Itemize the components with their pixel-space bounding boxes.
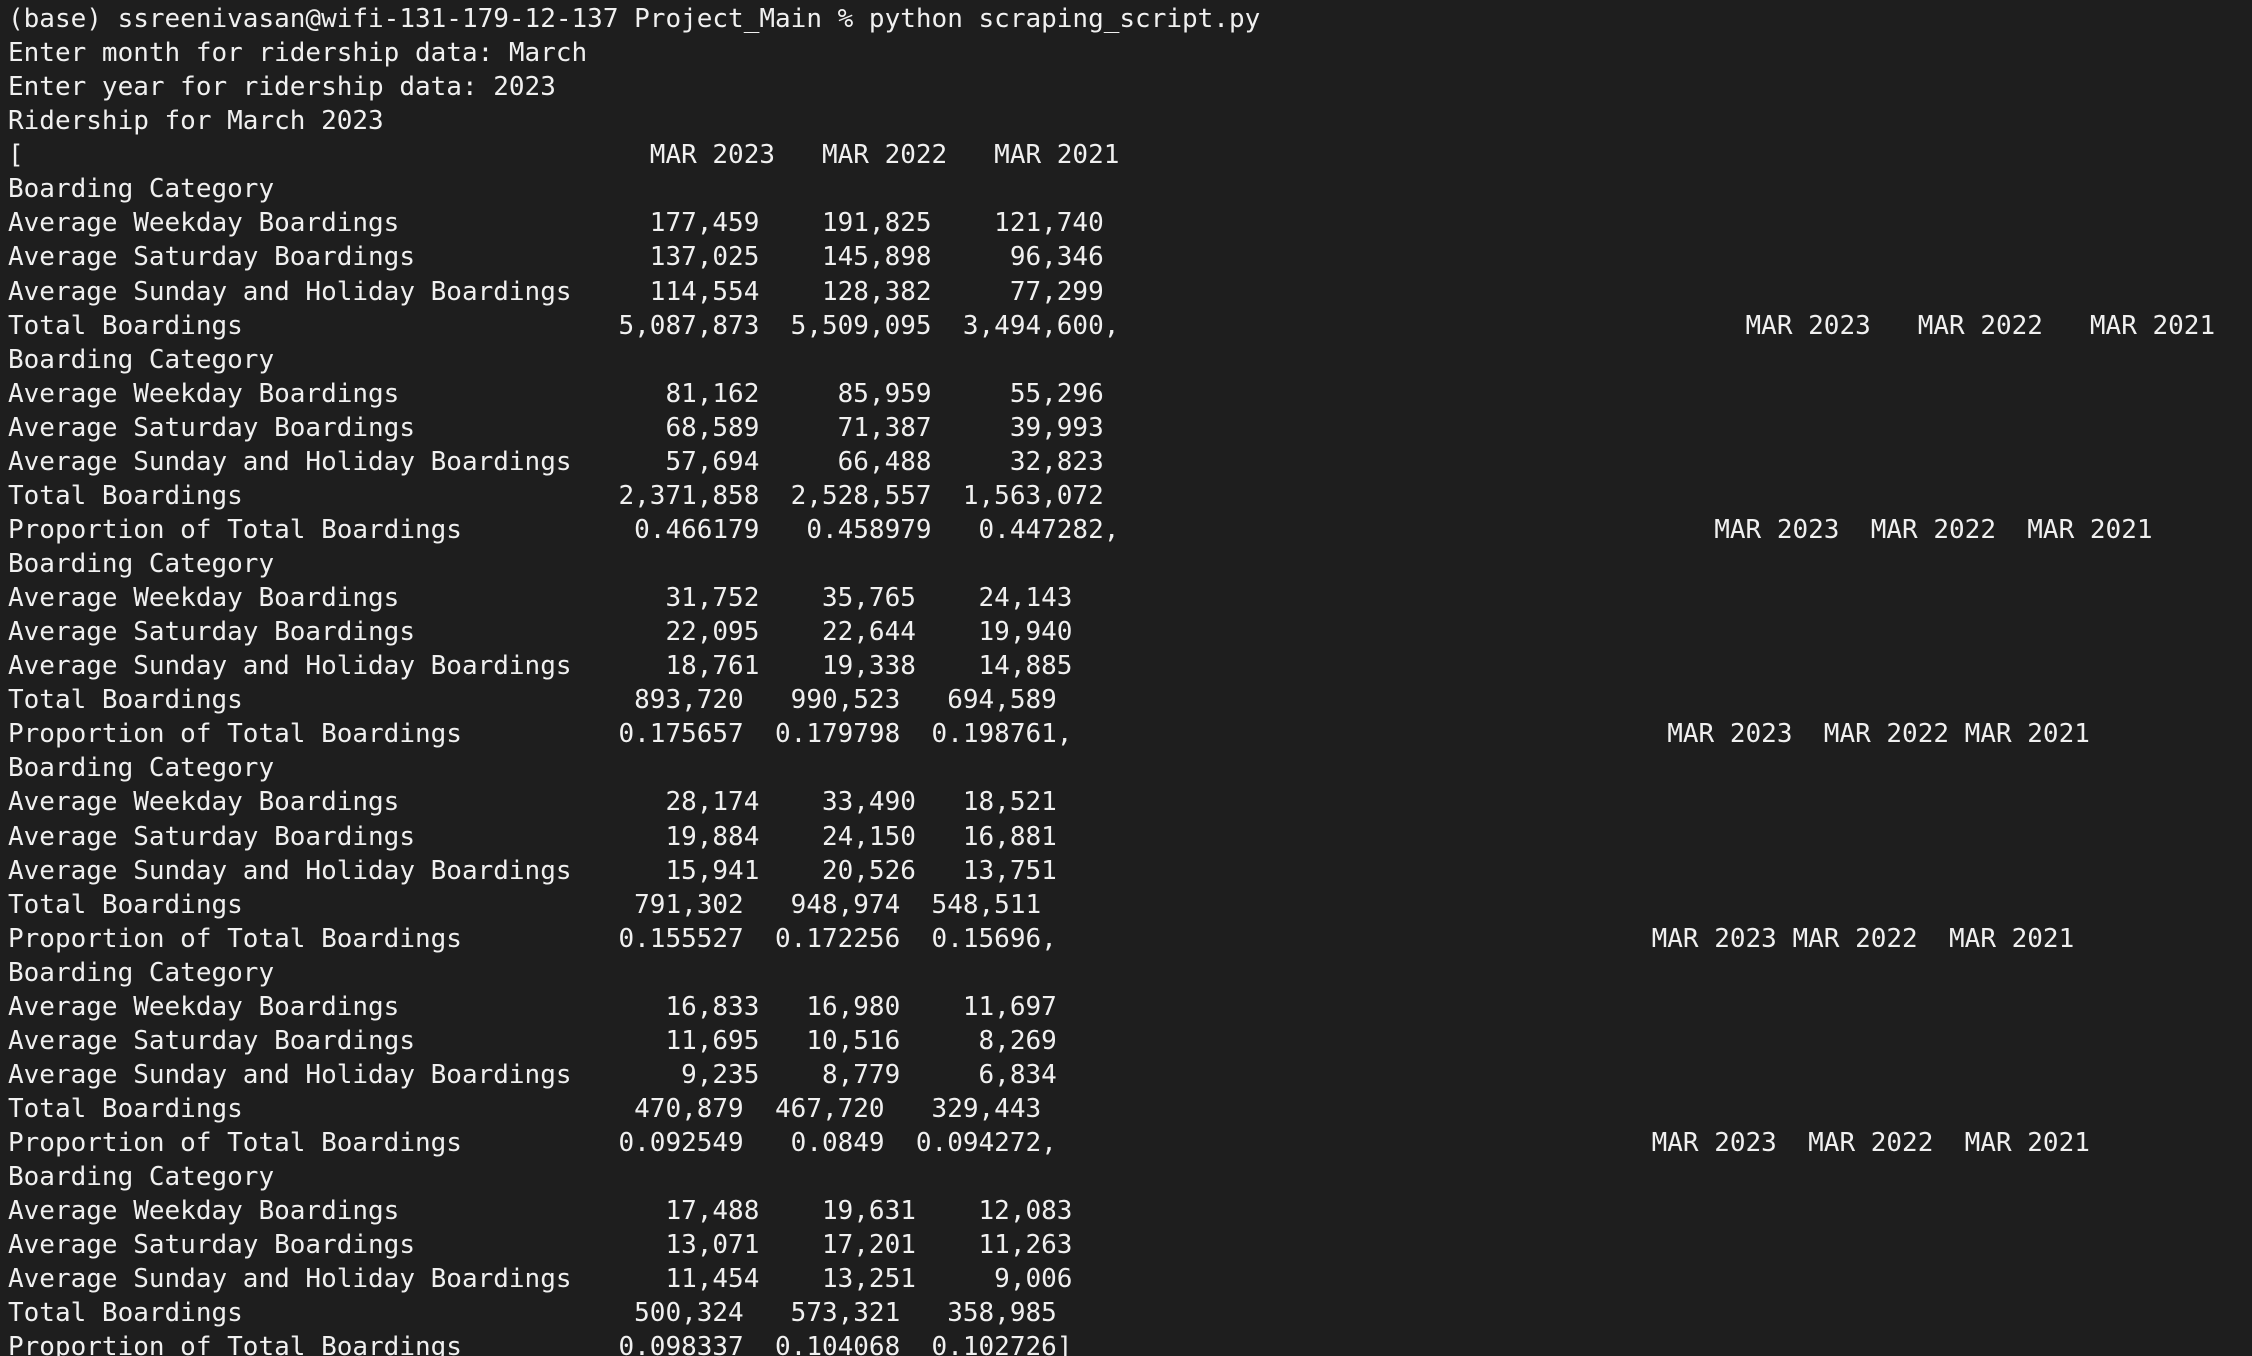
terminal-line: Boarding Category [8,344,275,375]
terminal-line: Total Boardings 5,087,873 5,509,095 3,49… [8,310,2216,341]
terminal-window[interactable]: (base) ssreenivasan@wifi-131-179-12-137 … [0,0,2252,1356]
terminal-line: Total Boardings 470,879 467,720 329,443 [8,1094,1042,1124]
terminal-line: Average Sunday and Holiday Boardings 18,… [8,651,1073,682]
terminal-line: Proportion of Total Boardings 0.175657 0… [8,719,2090,750]
terminal-line: Ridership for March 2023 [8,106,384,137]
terminal-line: Boarding Category [8,549,275,579]
terminal-line: Average Weekday Boardings 177,459 191,82… [8,208,1104,239]
terminal-line: Average Saturday Boardings 19,884 24,150… [8,821,1057,852]
command-prompt-line: (base) ssreenivasan@wifi-131-179-12-137 … [8,4,1261,34]
terminal-line: Average Saturday Boardings 13,071 17,201… [8,1230,1073,1261]
terminal-line: Boarding Category [8,174,275,205]
terminal-line: Average Weekday Boardings 17,488 19,631 … [8,1196,1073,1227]
terminal-line: Average Sunday and Holiday Boardings 9,2… [8,1059,1057,1090]
terminal-line: Average Saturday Boardings 22,095 22,644… [8,617,1073,648]
terminal-line: Average Saturday Boardings 137,025 145,8… [8,242,1104,273]
terminal-line: Average Saturday Boardings 68,589 71,387… [8,412,1104,443]
terminal-line: Total Boardings 893,720 990,523 694,589 [8,685,1057,716]
terminal-output: (base) ssreenivasan@wifi-131-179-12-137 … [8,2,2252,1356]
terminal-line: Boarding Category [8,957,275,988]
terminal-line: [ MAR 2023 MAR 2022 MAR 2021 [8,140,1120,171]
terminal-line: Total Boardings 500,324 573,321 358,985 [8,1298,1057,1329]
terminal-line: Average Saturday Boardings 11,695 10,516… [8,1025,1057,1056]
terminal-line: Average Weekday Boardings 28,174 33,490 … [8,787,1057,818]
terminal-line: Average Sunday and Holiday Boardings 11,… [8,1264,1073,1295]
terminal-line: Proportion of Total Boardings 0.155527 0… [8,923,2075,954]
terminal-line: Average Weekday Boardings 31,752 35,765 … [8,583,1073,614]
terminal-line: Enter year for ridership data: 2023 [8,72,556,103]
terminal-line: Average Sunday and Holiday Boardings 15,… [8,855,1057,886]
terminal-line: Proportion of Total Boardings 0.098337 0… [8,1332,1073,1356]
terminal-line: Average Weekday Boardings 16,833 16,980 … [8,991,1057,1022]
terminal-line: Enter month for ridership data: March [8,38,588,69]
terminal-line: Total Boardings 791,302 948,974 548,511 [8,889,1042,920]
terminal-line: Proportion of Total Boardings 0.466179 0… [8,514,2153,545]
terminal-line: Boarding Category [8,753,275,784]
terminal-line: Boarding Category [8,1162,275,1193]
terminal-line: Average Sunday and Holiday Boardings 114… [8,276,1104,307]
terminal-line: Proportion of Total Boardings 0.092549 0… [8,1128,2090,1159]
terminal-line: Average Sunday and Holiday Boardings 57,… [8,446,1104,477]
terminal-line: Average Weekday Boardings 81,162 85,959 … [8,378,1104,409]
terminal-line: Total Boardings 2,371,858 2,528,557 1,56… [8,480,1104,511]
